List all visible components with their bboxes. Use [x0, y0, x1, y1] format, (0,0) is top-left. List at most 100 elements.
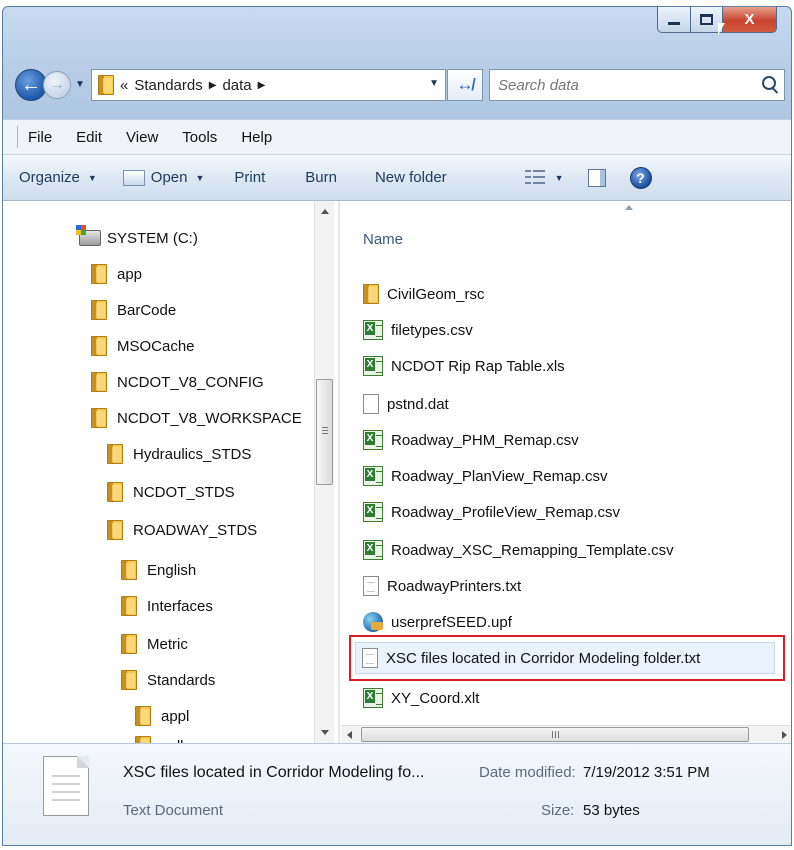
file-item[interactable]: Roadway_XSC_Remapping_Template.csv	[363, 535, 674, 565]
column-header-name[interactable]: Name	[363, 231, 403, 248]
tree-item-barcode[interactable]: BarCode	[91, 295, 176, 325]
menu-tools[interactable]: Tools	[182, 129, 217, 146]
address-row: ← → ▼ « Standards ▶ data ▶ ▼ ↮	[3, 65, 791, 105]
file-item[interactable]: RoadwayPrinters.txt	[363, 571, 521, 601]
file-item[interactable]: Roadway_PHM_Remap.csv	[363, 425, 579, 455]
tree-item-english[interactable]: English	[121, 555, 196, 585]
search-input[interactable]	[498, 71, 748, 99]
menu-file[interactable]: File	[28, 129, 52, 146]
breadcrumb-standards[interactable]: Standards	[134, 77, 202, 94]
file-name: CivilGeom_rsc	[387, 285, 485, 303]
menu-view[interactable]: View	[126, 129, 158, 146]
scroll-right-icon[interactable]	[782, 731, 787, 739]
breadcrumb-separator-icon[interactable]: ▶	[209, 80, 217, 91]
tree-item-hydraulics-stds[interactable]: Hydraulics_STDS	[107, 439, 251, 469]
print-button[interactable]: Print	[234, 169, 265, 186]
tree-item-appl[interactable]: appl	[135, 701, 189, 731]
tree-item-app[interactable]: app	[91, 259, 142, 289]
file-item-selected[interactable]: XSC files located in Corridor Modeling f…	[355, 642, 775, 674]
address-bar[interactable]: « Standards ▶ data ▶ ▼	[91, 69, 446, 101]
preview-pane-button[interactable]	[587, 168, 606, 187]
menu-help[interactable]: Help	[241, 129, 272, 146]
open-button[interactable]: Open ▼	[122, 169, 205, 186]
menu-bar: File Edit View Tools Help	[3, 119, 791, 155]
minimize-button[interactable]	[657, 7, 691, 33]
file-item[interactable]: Roadway_PlanView_Remap.csv	[363, 461, 608, 491]
file-item[interactable]: Roadway_ProfileView_Remap.csv	[363, 497, 620, 527]
tree-item-ncdot-stds[interactable]: NCDOT_STDS	[107, 477, 235, 507]
excel-icon	[363, 356, 383, 376]
details-size-value: 53 bytes	[583, 802, 640, 819]
tree-item-label: ROADWAY_STDS	[133, 521, 258, 539]
navigation-pane[interactable]: SYSTEM (C:) app BarCode MSOCache NCDOT_V…	[3, 201, 338, 743]
file-item[interactable]: XY_Coord.xlt	[363, 683, 479, 713]
tree-item-standards[interactable]: Standards	[121, 665, 215, 695]
tree-item-label: BarCode	[117, 301, 177, 319]
menu-edit[interactable]: Edit	[76, 129, 102, 146]
close-button[interactable]: X	[723, 7, 777, 33]
scroll-down-icon[interactable]	[321, 730, 329, 735]
search-box[interactable]	[489, 69, 785, 101]
folder-icon	[91, 408, 107, 428]
tree-item-roadway-stds[interactable]: ROADWAY_STDS	[107, 515, 257, 545]
text-document-icon	[43, 756, 89, 816]
sort-ascending-icon	[625, 205, 633, 210]
tree-item-label: Metric	[147, 635, 188, 653]
tree-item-ncdot-v8-workspace[interactable]: NCDOT_V8_WORKSPACE	[91, 403, 302, 433]
tree-item-label: NCDOT_V8_CONFIG	[117, 373, 264, 391]
navigation-scrollbar[interactable]	[314, 201, 334, 743]
details-date-value: 7/19/2012 3:51 PM	[583, 764, 710, 781]
excel-icon	[363, 466, 383, 486]
tree-item-msocache[interactable]: MSOCache	[91, 331, 195, 361]
help-button[interactable]: ?	[629, 166, 652, 189]
scrollbar-thumb[interactable]	[316, 379, 333, 485]
tree-item-cell[interactable]: cell	[135, 731, 184, 743]
burn-button[interactable]: Burn	[305, 169, 337, 186]
file-item[interactable]: NCDOT Rip Rap Table.xls	[363, 351, 565, 381]
scrollbar-thumb[interactable]	[361, 727, 749, 742]
tree-item-label: appl	[161, 707, 190, 725]
forward-button[interactable]: →	[43, 71, 71, 99]
drive-icon	[76, 225, 101, 246]
file-item[interactable]: CivilGeom_rsc	[363, 279, 485, 309]
folder-icon	[363, 284, 379, 304]
file-item[interactable]: filetypes.csv	[363, 315, 473, 345]
scroll-left-icon[interactable]	[347, 731, 352, 739]
grip-icon	[322, 427, 328, 434]
tree-item-interfaces[interactable]: Interfaces	[121, 591, 213, 621]
file-name: XY_Coord.xlt	[391, 689, 480, 707]
breadcrumb-data[interactable]: data	[222, 77, 251, 94]
tree-item-label: SYSTEM (C:)	[107, 229, 198, 247]
help-icon: ?	[629, 166, 652, 189]
file-name: pstnd.dat	[387, 395, 449, 413]
refresh-button[interactable]: ↮	[447, 69, 483, 101]
tree-item-metric[interactable]: Metric	[121, 629, 188, 659]
folder-icon	[91, 264, 107, 284]
new-folder-button[interactable]: New folder	[375, 169, 447, 186]
file-item[interactable]: userprefSEED.upf	[363, 607, 512, 637]
tree-item-system-drive[interactable]: SYSTEM (C:)	[76, 223, 198, 253]
tree-item-label: Interfaces	[147, 597, 213, 615]
text-file-icon	[363, 576, 379, 596]
upf-file-icon	[363, 612, 383, 632]
pane-splitter[interactable]	[338, 201, 340, 743]
recent-pages-dropdown[interactable]: ▼	[75, 79, 85, 90]
grip-icon	[552, 731, 559, 738]
chevron-down-icon: ▼	[87, 172, 97, 183]
breadcrumb-overflow[interactable]: «	[120, 77, 128, 94]
details-date-label: Date modified:	[479, 764, 576, 781]
file-item[interactable]: pstnd.dat	[363, 389, 449, 419]
search-icon[interactable]	[762, 76, 776, 90]
tree-item-ncdot-v8-config[interactable]: NCDOT_V8_CONFIG	[91, 367, 264, 397]
organize-button[interactable]: Organize ▼	[19, 169, 97, 186]
main-area: SYSTEM (C:) app BarCode MSOCache NCDOT_V…	[3, 201, 791, 743]
blank-file-icon	[363, 394, 379, 414]
file-list[interactable]: Name CivilGeom_rsc filetypes.csv NCDOT R…	[341, 201, 791, 743]
address-dropdown-icon[interactable]: ▼	[429, 78, 439, 89]
file-name: Roadway_ProfileView_Remap.csv	[391, 503, 620, 521]
breadcrumb-separator-icon[interactable]: ▶	[258, 80, 266, 91]
change-view-button[interactable]: ▼	[524, 169, 564, 186]
scroll-up-icon[interactable]	[321, 209, 329, 214]
file-list-horizontal-scrollbar[interactable]	[341, 725, 791, 743]
chevron-down-icon: ▼	[195, 172, 205, 183]
